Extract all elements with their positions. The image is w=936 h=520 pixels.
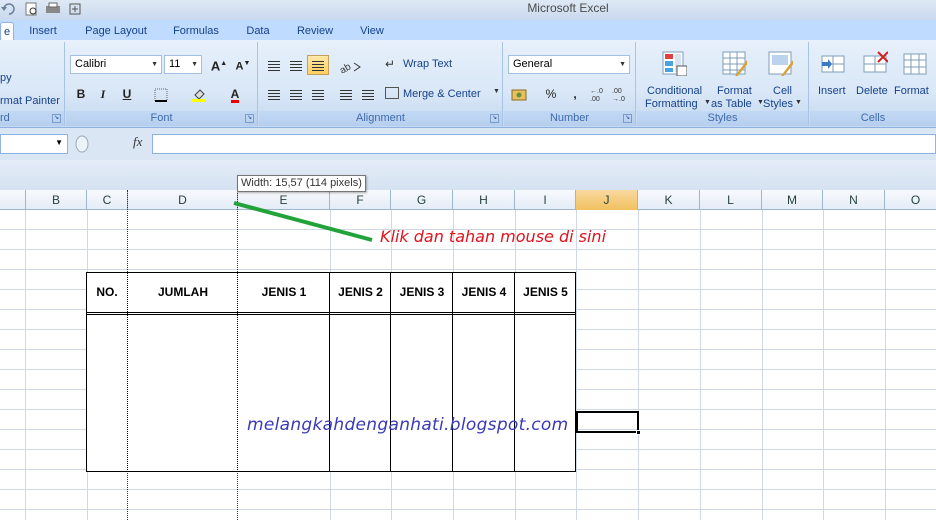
blog-watermark: melangkahdenganhati.blogspot.com (247, 415, 569, 435)
column-width-tooltip: Width: 15,57 (114 pixels) (237, 175, 366, 192)
annotation-arrow-line (233, 201, 373, 242)
instruction-annotation: Klik dan tahan mouse di sini (380, 227, 607, 246)
